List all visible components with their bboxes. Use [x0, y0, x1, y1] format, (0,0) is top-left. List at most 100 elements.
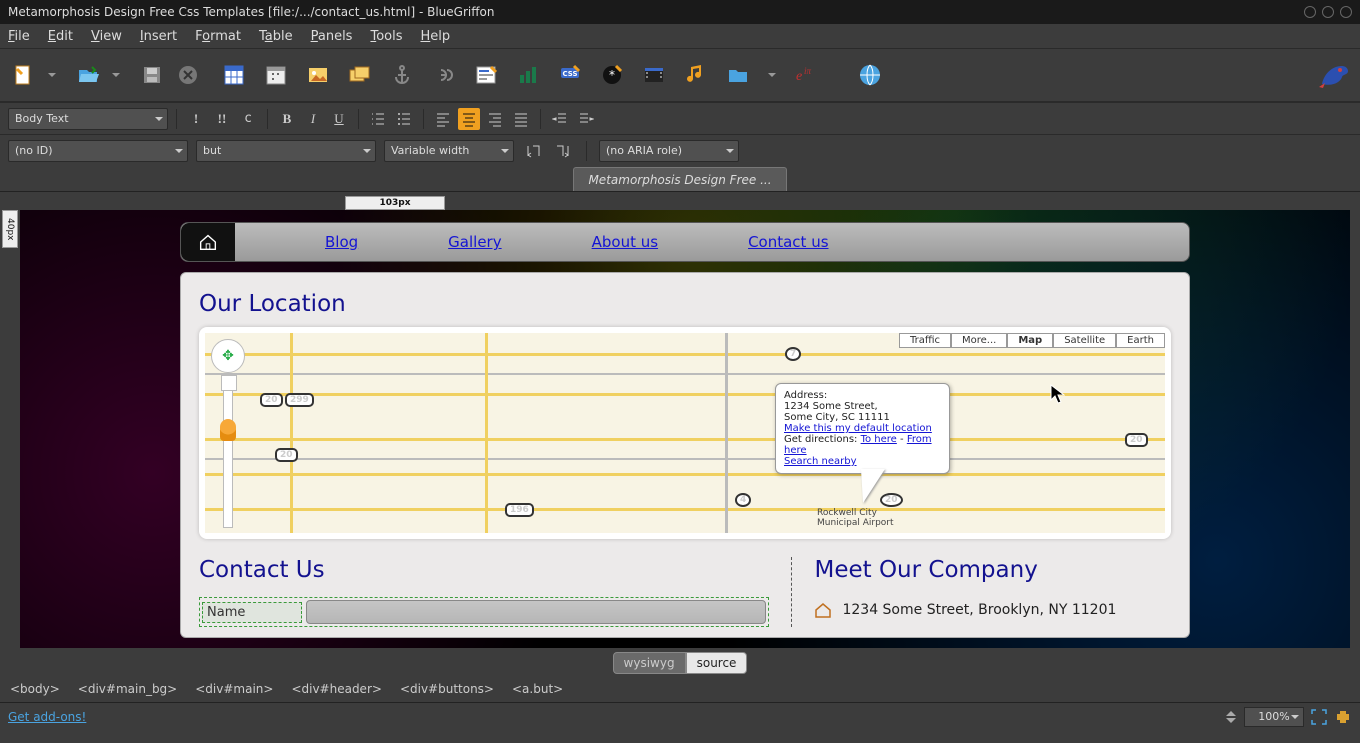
outdent-button[interactable]	[549, 108, 571, 130]
window-title: Metamorphosis Design Free Css Templates …	[8, 5, 494, 19]
view-source-button[interactable]: source	[686, 652, 748, 674]
menu-panels[interactable]: Panels	[311, 29, 353, 44]
extension-icon[interactable]	[1334, 708, 1352, 726]
chart-button[interactable]	[514, 61, 542, 89]
menu-table[interactable]: Table	[259, 29, 293, 44]
info-search-nearby-link[interactable]: Search nearby	[784, 456, 857, 467]
gallery-button[interactable]	[346, 61, 374, 89]
font-family-select[interactable]: Variable width	[384, 140, 514, 162]
chevron-down-icon[interactable]	[112, 73, 120, 77]
breadcrumb-item[interactable]: <a.but>	[512, 682, 563, 698]
bold-button[interactable]: B	[276, 108, 298, 130]
minimize-button[interactable]	[1304, 6, 1316, 18]
get-addons-link[interactable]: Get add-ons!	[8, 710, 86, 724]
home-icon[interactable]	[181, 223, 235, 261]
strong-button[interactable]: !!	[211, 108, 233, 130]
discard-button[interactable]	[174, 61, 202, 89]
view-mode-switcher: wysiwyg source	[0, 648, 1360, 678]
view-wysiwyg-button[interactable]: wysiwyg	[613, 652, 686, 674]
direction-ltr-button[interactable]	[522, 140, 544, 162]
align-left-button[interactable]	[432, 108, 454, 130]
menu-format[interactable]: Format	[195, 29, 241, 44]
audio-button[interactable]	[682, 61, 710, 89]
code-button[interactable]: c	[237, 108, 259, 130]
special-char-button[interactable]: *	[598, 61, 626, 89]
close-button[interactable]	[1340, 6, 1352, 18]
nav-link-blog[interactable]: Blog	[325, 233, 358, 251]
map-type-earth[interactable]: Earth	[1116, 333, 1165, 348]
nav-link-about[interactable]: About us	[592, 233, 658, 251]
align-center-button[interactable]	[458, 108, 480, 130]
map-type-satellite[interactable]: Satellite	[1053, 333, 1116, 348]
new-document-button[interactable]	[10, 61, 38, 89]
zoom-stepper[interactable]	[1224, 710, 1238, 724]
menu-view[interactable]: View	[91, 29, 122, 44]
document-tab[interactable]: Metamorphosis Design Free ...	[573, 167, 786, 191]
fullscreen-icon[interactable]	[1310, 708, 1328, 726]
map-widget[interactable]: 20 299 20 196 4 7 20 4 20 Rockwell CityM…	[205, 333, 1165, 533]
menu-edit[interactable]: Edit	[48, 29, 73, 44]
breadcrumb-item[interactable]: <div#main>	[195, 682, 273, 698]
form-button[interactable]	[472, 61, 500, 89]
svg-text:iπ: iπ	[804, 66, 812, 76]
chevron-down-icon[interactable]	[768, 73, 776, 77]
name-field[interactable]	[306, 600, 766, 624]
main-toolbar: CSS * eiπ	[0, 48, 1360, 102]
video-button[interactable]	[640, 61, 668, 89]
breadcrumb-item[interactable]: <div#buttons>	[400, 682, 494, 698]
maximize-button[interactable]	[1322, 6, 1334, 18]
aria-role-select[interactable]: (no ARIA role)	[599, 140, 739, 162]
element-type-select[interactable]: Body Text	[8, 108, 168, 130]
save-button[interactable]	[138, 61, 166, 89]
document-tab-label: Metamorphosis Design Free ...	[588, 173, 771, 187]
zoom-select[interactable]: 100%	[1244, 707, 1304, 727]
map-type-more[interactable]: More...	[951, 333, 1007, 348]
menu-file[interactable]: File	[8, 29, 30, 44]
app-logo-icon	[1316, 60, 1350, 90]
info-make-default-link[interactable]: Make this my default location	[784, 423, 932, 434]
map-type-traffic[interactable]: Traffic	[899, 333, 951, 348]
anchor-button[interactable]	[388, 61, 416, 89]
format-toolbar: Body Text ! !! c B I U	[0, 102, 1360, 134]
table-button[interactable]	[220, 61, 248, 89]
calendar-button[interactable]	[262, 61, 290, 89]
horizontal-ruler-value: 103px	[345, 196, 445, 210]
math-button[interactable]: eiπ	[790, 61, 818, 89]
chevron-down-icon[interactable]	[48, 73, 56, 77]
align-right-button[interactable]	[484, 108, 506, 130]
id-value: (no ID)	[15, 144, 53, 157]
direction-rtl-button[interactable]	[552, 140, 574, 162]
form-row-name: Name	[199, 597, 769, 627]
info-directions-label: Get directions:	[784, 434, 857, 445]
map-info-bubble: Address: 1234 Some Street, Some City, SC…	[775, 383, 950, 474]
map-zoom-slider[interactable]	[223, 388, 233, 528]
breadcrumb-item[interactable]: <div#main_bg>	[78, 682, 177, 698]
em-button[interactable]: !	[185, 108, 207, 130]
browser-preview-button[interactable]	[856, 61, 884, 89]
link-button[interactable]	[430, 61, 458, 89]
folder-button[interactable]	[724, 61, 752, 89]
class-select[interactable]: but	[196, 140, 376, 162]
breadcrumb-item[interactable]: <div#header>	[291, 682, 382, 698]
editor-canvas[interactable]: Blog Gallery About us Contact us Our Loc…	[20, 210, 1360, 648]
map-type-map[interactable]: Map	[1007, 333, 1053, 348]
map-pan-control[interactable]: ✥	[211, 339, 245, 373]
menu-tools[interactable]: Tools	[370, 29, 402, 44]
menu-insert[interactable]: Insert	[140, 29, 177, 44]
nav-link-contact[interactable]: Contact us	[748, 233, 828, 251]
image-button[interactable]	[304, 61, 332, 89]
css-button[interactable]: CSS	[556, 61, 584, 89]
menu-help[interactable]: Help	[420, 29, 450, 44]
unordered-list-button[interactable]	[393, 108, 415, 130]
italic-button[interactable]: I	[302, 108, 324, 130]
id-select[interactable]: (no ID)	[8, 140, 188, 162]
info-to-here-link[interactable]: To here	[861, 434, 897, 445]
ordered-list-button[interactable]	[367, 108, 389, 130]
nav-link-gallery[interactable]: Gallery	[448, 233, 501, 251]
open-document-button[interactable]	[74, 61, 102, 89]
indent-button[interactable]	[575, 108, 597, 130]
align-justify-button[interactable]	[510, 108, 532, 130]
breadcrumb-item[interactable]: <body>	[10, 682, 60, 698]
pegman-icon[interactable]	[220, 419, 236, 441]
underline-button[interactable]: U	[328, 108, 350, 130]
